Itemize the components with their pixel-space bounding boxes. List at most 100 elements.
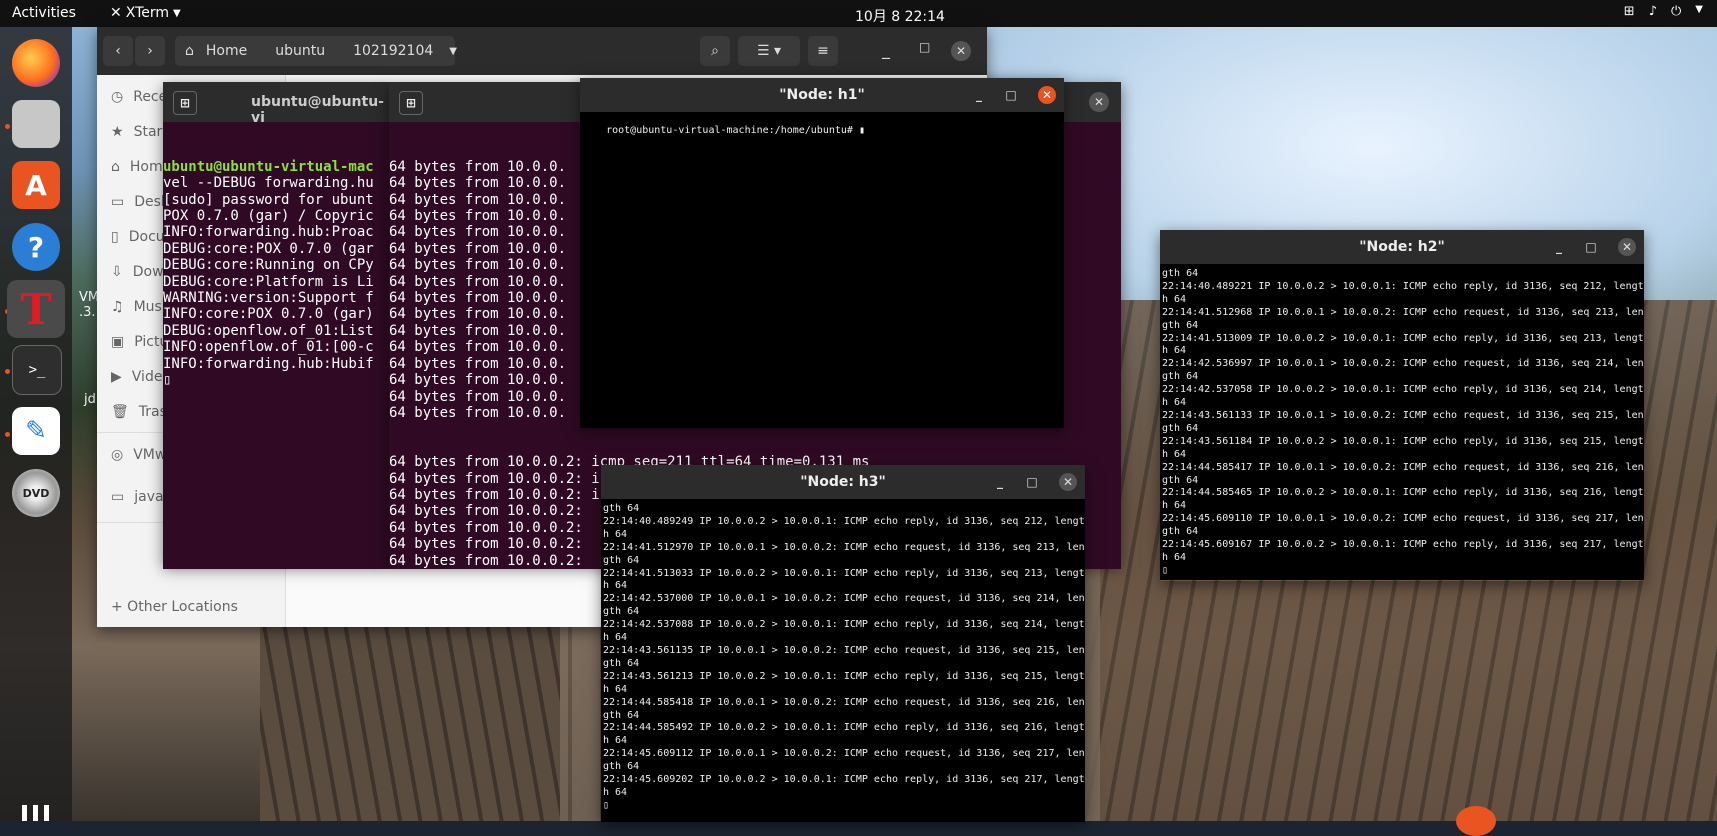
xterm-app-icon: ✕ (110, 5, 122, 21)
node-h1-output[interactable]: root@ubuntu-virtual-machine:/home/ubuntu… (580, 112, 1064, 428)
sidebar-item-trash[interactable]: 🗑 Tras (111, 404, 167, 420)
sidebar-label: Docu (128, 229, 165, 245)
terminal-line: ▯ (603, 799, 610, 811)
chevron-down-icon[interactable]: ▼ (449, 46, 457, 57)
terminal-line: gth 64 (603, 606, 640, 618)
sidebar-item-starred[interactable]: ★ Star (111, 124, 162, 140)
volume-icon[interactable]: ♪ (1649, 4, 1657, 19)
minimize-icon[interactable]: _ (970, 86, 988, 104)
path-current[interactable]: 102192104 (353, 43, 433, 59)
close-icon[interactable]: ✕ (1059, 473, 1077, 491)
terminal-line: INFO:openflow.of_01:[00-c (163, 339, 374, 356)
terminal-line: gth 64 (1162, 268, 1199, 279)
terminal-line: DEBUG:core:Running on CPy (163, 257, 374, 274)
help-icon[interactable]: ? (12, 223, 60, 271)
new-tab-icon[interactable]: ⊞ (173, 91, 197, 115)
sidebar-item-recent[interactable]: ◷ Rece (111, 89, 167, 105)
terminal-line: 22:14:42.537088 IP 10.0.0.2 > 10.0.0.1: … (603, 619, 1085, 631)
app-menu[interactable]: ✕ XTerm ▼ (110, 5, 181, 21)
show-applications-icon[interactable] (22, 805, 50, 821)
minimize-icon[interactable]: _ (991, 473, 1009, 491)
disc-icon: ◎ (111, 447, 124, 463)
terminal-line: DEBUG:openflow.of_01:List (163, 322, 374, 339)
view-options-button[interactable]: ☰ ▾ (738, 36, 800, 66)
minimize-icon[interactable]: _ (1550, 238, 1568, 256)
menu-button[interactable]: ≡ (808, 36, 838, 66)
firefox-icon[interactable] (12, 39, 60, 87)
node-h3-window: "Node: h3" _ □ ✕ gth 64 22:14:40.489249 I… (601, 465, 1085, 822)
terminal-line: gth 64 (1162, 371, 1199, 383)
clock[interactable]: 10月 8 22:14 (855, 6, 945, 26)
terminal-line: h 64 (603, 632, 628, 644)
terminal-line: gth 64 (1162, 422, 1199, 434)
sidebar-item-pictures[interactable]: ▣ Pictu (111, 334, 168, 350)
sidebar-item-vmware[interactable]: ◎ VMw (111, 447, 166, 463)
sidebar-item-documents[interactable]: ▯ Docu (111, 229, 165, 245)
network-icon[interactable]: ⊞ (1624, 4, 1635, 19)
search-button[interactable]: ⌕ (700, 36, 730, 66)
trash-icon: 🗑 (111, 404, 129, 420)
xterm-icon[interactable]: T (7, 280, 65, 338)
power-icon[interactable]: ⏻ (1671, 4, 1681, 19)
terminal-line: h 64 (603, 735, 628, 747)
maximize-icon[interactable]: □ (1023, 473, 1041, 491)
sidebar-item-downloads[interactable]: ⇩ Dow (111, 264, 164, 280)
forward-button[interactable]: › (135, 36, 165, 66)
download-icon: ⇩ (111, 264, 123, 280)
back-button[interactable]: ‹ (103, 36, 133, 66)
activities-button[interactable]: Activities (12, 5, 76, 21)
sidebar-item-videos[interactable]: ▶ Vide (111, 369, 162, 385)
files-icon[interactable] (12, 100, 60, 148)
chevron-down-icon[interactable]: ▼ (1695, 4, 1703, 19)
text-editor-icon[interactable]: ✎ (12, 407, 60, 455)
node-h3-output[interactable]: gth 64 22:14:40.489249 IP 10.0.0.2 > 10.0… (601, 499, 1085, 822)
partial-app-icon[interactable] (1456, 806, 1496, 836)
running-indicator (5, 124, 10, 129)
desktop-label-jd[interactable]: jd (84, 392, 96, 407)
sidebar-item-other-locations[interactable]: + Other Locations (111, 599, 238, 615)
system-tray[interactable]: ⊞ ♪ ⏻ ▼ (1624, 4, 1703, 19)
sidebar-item-desktop[interactable]: ▭ Desk (111, 194, 169, 210)
dvd-icon[interactable]: DVD (12, 469, 60, 517)
shell-prompt: root@ubuntu-virtual-machine:/home/ubuntu… (606, 124, 859, 136)
node-h2-titlebar: "Node: h2" _ □ ✕ (1160, 230, 1644, 264)
video-icon: ▶ (111, 369, 122, 385)
close-icon[interactable]: ✕ (1089, 92, 1109, 112)
path-bar: ⌂ Home ubuntu 102192104 ▼ (175, 36, 457, 66)
terminal-line: h 64 (603, 580, 628, 592)
terminal-line: INFO:forwarding.hub:Proac (163, 224, 374, 241)
close-icon[interactable]: ✕ (1038, 86, 1056, 104)
terminal-icon[interactable]: >_ (12, 345, 62, 395)
software-icon[interactable]: A (12, 161, 60, 209)
terminal-line: gth 64 (603, 503, 640, 514)
dock: A ? T >_ ✎ DVD (0, 27, 72, 821)
terminal-line: h 64 (603, 683, 628, 695)
files-headerbar: ‹ › ⌂ Home ubuntu 102192104 ▼ ⌕ ☰ ▾ ≡ _ … (97, 27, 987, 75)
terminal-line: vel --DEBUG forwarding.hu (163, 175, 374, 192)
sidebar-label: Vide (131, 369, 163, 385)
terminal-line: 22:14:40.489221 IP 10.0.0.2 > 10.0.0.1: … (1162, 280, 1644, 292)
terminal-line: h 64 (1162, 500, 1187, 512)
window-title: "Node: h3" (800, 474, 886, 490)
close-icon[interactable]: ✕ (951, 41, 971, 61)
hamburger-icon: ≡ (817, 43, 829, 59)
node-h3-titlebar: "Node: h3" _ □ ✕ (601, 465, 1085, 499)
path-home[interactable]: Home (206, 43, 247, 59)
sidebar-item-home[interactable]: ⌂ Hom (111, 159, 163, 175)
path-ubuntu[interactable]: ubuntu (275, 43, 325, 59)
close-icon[interactable]: ✕ (1618, 238, 1636, 256)
terminal-line: 22:14:43.561213 IP 10.0.0.2 > 10.0.0.1: … (603, 670, 1085, 682)
maximize-icon[interactable]: □ (1002, 86, 1020, 104)
minimize-icon[interactable]: _ (882, 40, 890, 59)
terminal-line: 22:14:41.513009 IP 10.0.0.2 > 10.0.0.1: … (1162, 332, 1644, 344)
sidebar-item-java[interactable]: ▭ java (111, 489, 164, 505)
sidebar-item-music[interactable]: ♫ Musi (111, 299, 166, 315)
pox-terminal-output[interactable]: ubuntu@ubuntu-virtual-mac vel --DEBUG for… (163, 122, 389, 569)
node-h2-output[interactable]: gth 64 22:14:40.489221 IP 10.0.0.2 > 10.0… (1160, 264, 1644, 580)
terminal-line: gth 64 (603, 657, 640, 669)
new-tab-icon[interactable]: ⊞ (399, 91, 423, 115)
home-icon: ⌂ (185, 43, 194, 59)
maximize-icon[interactable]: □ (919, 40, 930, 54)
sidebar-label: Dow (132, 264, 164, 280)
maximize-icon[interactable]: □ (1582, 238, 1600, 256)
